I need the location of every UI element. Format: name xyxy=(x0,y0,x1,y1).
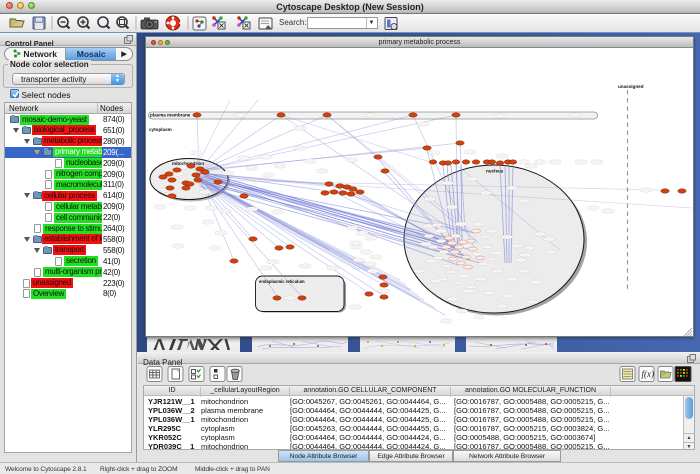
svg-text:endoplasmic reticulum: endoplasmic reticulum xyxy=(259,279,305,284)
svg-text:unassigned: unassigned xyxy=(618,84,644,89)
svg-text:plasma membrane: plasma membrane xyxy=(150,113,191,118)
svg-text:nucleus: nucleus xyxy=(486,169,504,174)
svg-text:cytoplasm: cytoplasm xyxy=(149,127,172,132)
svg-text:f(x): f(x) xyxy=(642,369,655,379)
